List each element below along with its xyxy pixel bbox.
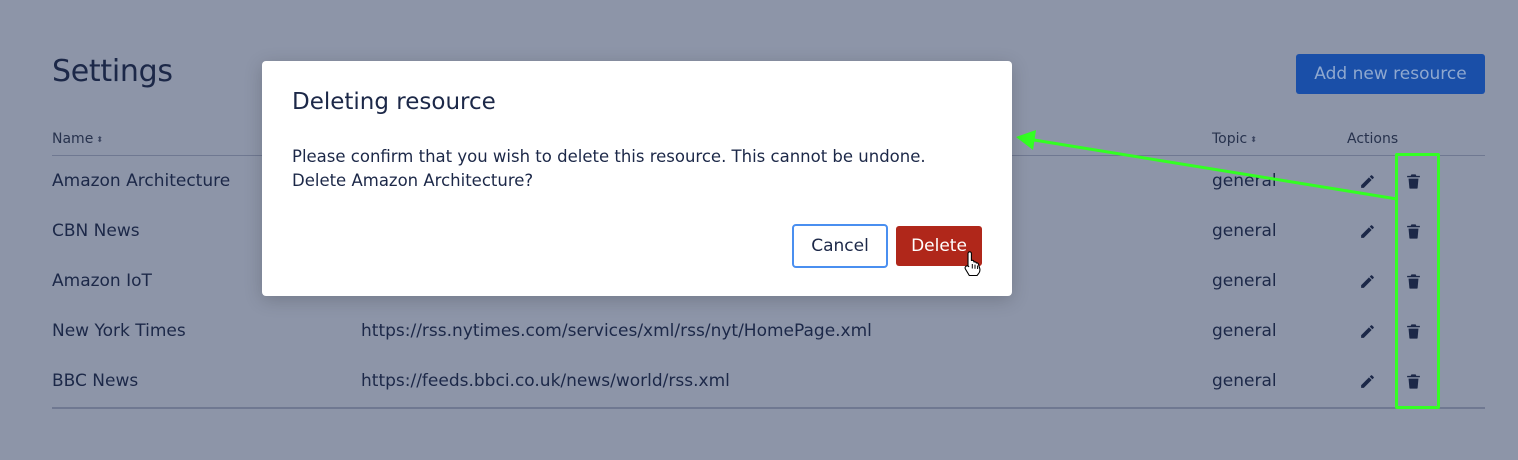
trash-icon: [1406, 273, 1420, 289]
add-new-resource-button[interactable]: Add new resource: [1296, 54, 1485, 94]
page-title: Settings: [52, 54, 173, 89]
trash-icon: [1406, 223, 1420, 239]
table-row: BBC News https://feeds.bbci.co.uk/news/w…: [0, 356, 1518, 406]
column-header-name[interactable]: Name ⬍: [52, 131, 103, 147]
resource-name: BBC News: [52, 371, 139, 391]
sort-icon: ⬍: [96, 135, 104, 144]
delete-button[interactable]: [1403, 171, 1423, 191]
dialog-message: Please confirm that you wish to delete t…: [292, 145, 992, 193]
pencil-icon: [1360, 374, 1374, 388]
delete-button[interactable]: [1403, 271, 1423, 291]
pencil-icon: [1360, 274, 1374, 288]
pencil-icon: [1360, 224, 1374, 238]
delete-confirm-button[interactable]: Delete: [896, 226, 982, 266]
delete-button[interactable]: [1403, 221, 1423, 241]
resource-topic: general: [1212, 271, 1277, 291]
cancel-button[interactable]: Cancel: [792, 224, 888, 268]
sort-icon: ⬍: [1250, 135, 1257, 144]
resource-topic: general: [1212, 321, 1277, 341]
pencil-icon: [1360, 174, 1374, 188]
edit-button[interactable]: [1357, 221, 1377, 241]
delete-button[interactable]: [1403, 371, 1423, 391]
resource-url: https://feeds.bbci.co.uk/news/world/rss.…: [361, 371, 730, 391]
edit-button[interactable]: [1357, 171, 1377, 191]
resource-topic: general: [1212, 171, 1277, 191]
resource-name: Amazon Architecture: [52, 171, 231, 191]
column-header-actions: Actions: [1347, 131, 1399, 147]
table-bottom-divider: [52, 407, 1485, 409]
resource-url: https://rss.nytimes.com/services/xml/rss…: [361, 321, 872, 341]
pencil-icon: [1360, 324, 1374, 338]
trash-icon: [1406, 173, 1420, 189]
delete-confirmation-dialog: Deleting resource Please confirm that yo…: [262, 61, 1012, 296]
edit-button[interactable]: [1357, 371, 1377, 391]
column-header-topic-label: Topic: [1212, 131, 1248, 147]
edit-button[interactable]: [1357, 321, 1377, 341]
dialog-title: Deleting resource: [292, 89, 496, 115]
delete-button[interactable]: [1403, 321, 1423, 341]
resource-topic: general: [1212, 371, 1277, 391]
trash-icon: [1406, 323, 1420, 339]
dialog-message-question: Delete Amazon Architecture?: [292, 171, 534, 190]
column-header-topic[interactable]: Topic ⬍: [1212, 131, 1257, 147]
column-header-name-label: Name: [52, 131, 94, 147]
resource-name: New York Times: [52, 321, 186, 341]
resource-name: Amazon IoT: [52, 271, 152, 291]
table-row: New York Times https://rss.nytimes.com/s…: [0, 306, 1518, 356]
resource-name: CBN News: [52, 221, 140, 241]
edit-button[interactable]: [1357, 271, 1377, 291]
dialog-message-line: Please confirm that you wish to delete t…: [292, 147, 926, 166]
trash-icon: [1406, 373, 1420, 389]
resource-topic: general: [1212, 221, 1277, 241]
